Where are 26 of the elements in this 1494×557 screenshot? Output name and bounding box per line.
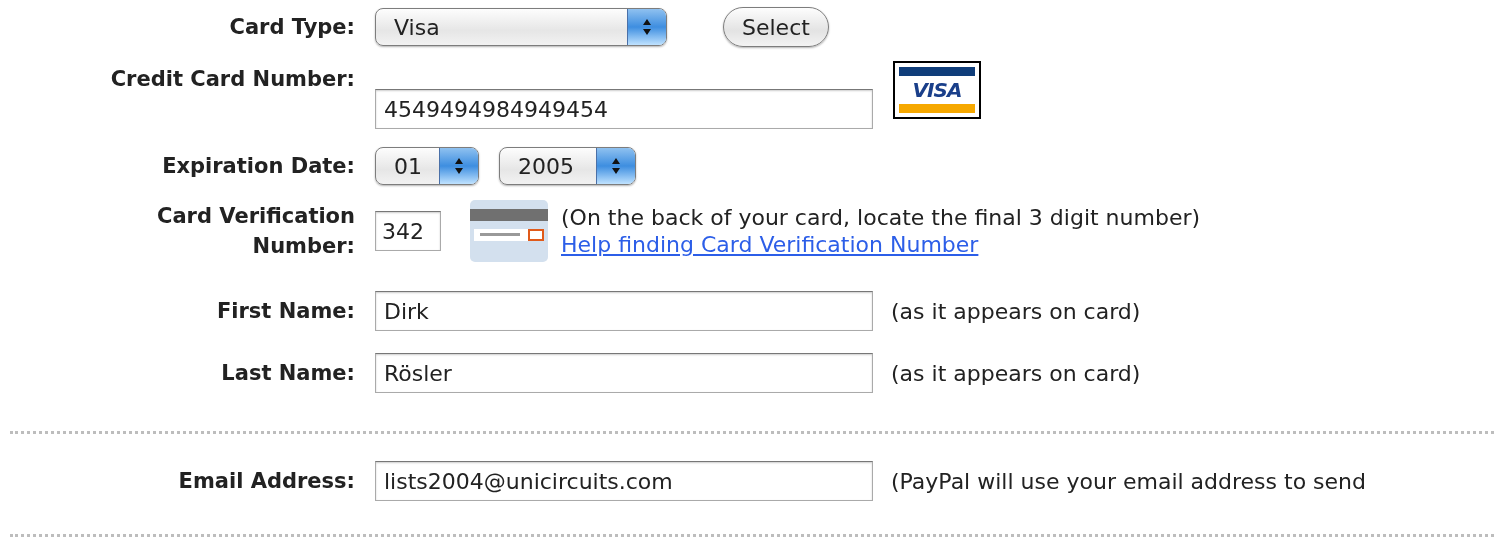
- field-label: Last Name:: [221, 361, 355, 385]
- field-label: Card Type:: [229, 15, 355, 39]
- field-label: Card Verification Number:: [156, 203, 355, 260]
- field-label: Credit Card Number:: [110, 66, 355, 91]
- field-label: Expiration Date:: [162, 154, 355, 178]
- text-field[interactable]: 342: [375, 211, 441, 251]
- stepper-arrows-icon: [454, 157, 464, 175]
- stepper-arrows-icon: [611, 157, 621, 175]
- select-button[interactable]: Select: [723, 7, 829, 47]
- help-text: (On the back of your card, locate the final 3 digit number): [561, 205, 1201, 230]
- text-field[interactable]: lists2004@unicircuits.com: [375, 461, 873, 501]
- field-label: Email Address:: [178, 469, 355, 493]
- stepper-arrows-icon: [642, 18, 652, 36]
- card-back-icon: [469, 199, 549, 263]
- hint-text: (as it appears on card): [891, 360, 1141, 386]
- help-link[interactable]: Help finding Card Verification Number: [561, 232, 1201, 257]
- card-type-dropdown[interactable]: Visa: [375, 8, 667, 46]
- text-field[interactable]: 4549494984949454: [375, 89, 873, 129]
- hint-text: (PayPal will use your email address to send: [891, 468, 1367, 494]
- text-field[interactable]: Dirk: [375, 291, 873, 331]
- month-dropdown[interactable]: 01: [375, 147, 479, 185]
- text-field[interactable]: Rösler: [375, 353, 873, 393]
- field-label: First Name:: [216, 299, 355, 323]
- visa-card-logo: VISA: [893, 61, 981, 119]
- year-dropdown[interactable]: 2005: [499, 147, 636, 185]
- hint-text: (as it appears on card): [891, 298, 1141, 324]
